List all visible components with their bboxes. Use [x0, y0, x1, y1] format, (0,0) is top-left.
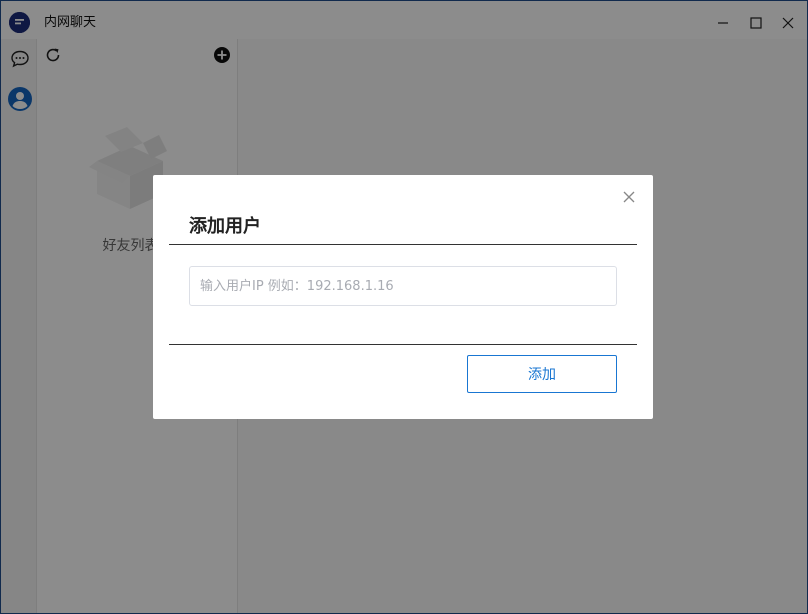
- add-button[interactable]: 添加: [467, 355, 617, 393]
- dialog-close-button[interactable]: [621, 189, 637, 205]
- ip-input[interactable]: [189, 266, 617, 306]
- dialog-divider: [169, 244, 637, 245]
- close-icon: [623, 191, 635, 203]
- add-user-dialog: 添加用户 添加: [153, 175, 653, 419]
- dialog-divider: [169, 344, 637, 345]
- dialog-title: 添加用户: [189, 216, 261, 237]
